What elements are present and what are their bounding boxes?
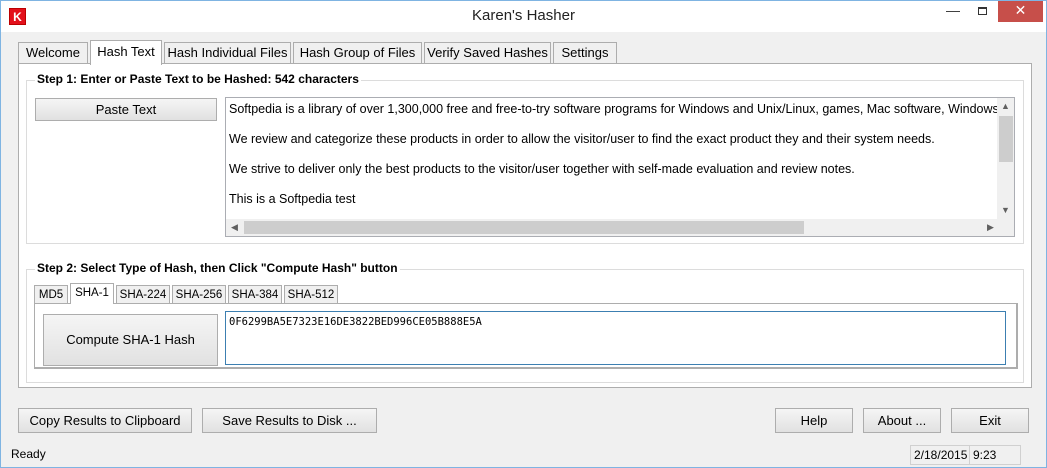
scroll-down-icon[interactable]: ▼	[997, 202, 1014, 219]
tab-settings[interactable]: Settings	[553, 42, 617, 64]
scroll-up-icon[interactable]: ▲	[997, 98, 1014, 115]
minimize-button[interactable]: —	[940, 1, 966, 22]
tab-welcome[interactable]: Welcome	[18, 42, 88, 64]
tab-hash-group-of-files[interactable]: Hash Group of Files	[293, 42, 422, 64]
input-text-area[interactable]: Softpedia is a library of over 1,300,000…	[225, 97, 1015, 237]
status-time: 9:23 AM	[969, 445, 1021, 468]
vertical-scrollbar[interactable]: ▲ ▼	[997, 98, 1014, 219]
hash-tab-sha512[interactable]: SHA-512	[284, 285, 338, 304]
sha1-panel: Compute SHA-1 Hash 0F6299BA5E7323E16DE38…	[34, 303, 1018, 369]
step2-title: Step 2: Select Type of Hash, then Click …	[35, 261, 400, 275]
app-window: K Karen's Hasher — ✕ Welcome Hash Text H…	[0, 0, 1047, 468]
paste-text-button[interactable]: Paste Text	[35, 98, 217, 121]
hash-tab-sha256[interactable]: SHA-256	[172, 285, 226, 304]
step1-title: Step 1: Enter or Paste Text to be Hashed…	[35, 72, 361, 86]
text-line: This is a Softpedia test	[229, 192, 356, 206]
text-line: We review and categorize these products …	[229, 132, 935, 146]
scrollbar-corner	[997, 219, 1014, 236]
hash-tab-sha224[interactable]: SHA-224	[116, 285, 170, 304]
compute-hash-button[interactable]: Compute SHA-1 Hash	[43, 314, 218, 366]
help-button[interactable]: Help	[775, 408, 853, 433]
window-title: Karen's Hasher	[472, 7, 575, 24]
hash-tab-sha1[interactable]: SHA-1	[70, 283, 114, 304]
text-line: We strive to deliver only the best produ…	[229, 162, 855, 176]
text-line: Softpedia is a library of over 1,300,000…	[229, 102, 1015, 116]
about-button[interactable]: About ...	[863, 408, 941, 433]
status-date: 2/18/2015	[910, 445, 970, 465]
scroll-left-icon[interactable]: ◀	[226, 219, 243, 236]
copy-results-button[interactable]: Copy Results to Clipboard	[18, 408, 192, 433]
horizontal-scrollbar[interactable]: ◀ ▶	[226, 219, 999, 236]
hash-text-panel: Step 1: Enter or Paste Text to be Hashed…	[18, 63, 1032, 388]
exit-button[interactable]: Exit	[951, 408, 1029, 433]
save-results-button[interactable]: Save Results to Disk ...	[202, 408, 377, 433]
hash-tab-md5[interactable]: MD5	[34, 285, 68, 304]
tab-hash-individual-files[interactable]: Hash Individual Files	[164, 42, 291, 64]
hash-tab-sha384[interactable]: SHA-384	[228, 285, 282, 304]
status-text: Ready	[11, 447, 46, 461]
status-bar: Ready 2/18/2015 9:23 AM	[1, 445, 1046, 468]
title-bar[interactable]: K Karen's Hasher — ✕	[1, 1, 1046, 32]
tab-verify-saved-hashes[interactable]: Verify Saved Hashes	[424, 42, 551, 64]
hash-result-field[interactable]: 0F6299BA5E7323E16DE3822BED996CE05B888E5A	[225, 311, 1006, 365]
tab-hash-text[interactable]: Hash Text	[90, 40, 162, 65]
maximize-icon	[977, 7, 987, 16]
horizontal-scroll-thumb[interactable]	[244, 221, 804, 234]
step1-group: Step 1: Enter or Paste Text to be Hashed…	[26, 72, 1024, 244]
close-button[interactable]: ✕	[998, 1, 1043, 22]
maximize-button[interactable]	[969, 1, 995, 22]
vertical-scroll-thumb[interactable]	[999, 116, 1013, 162]
step2-group: Step 2: Select Type of Hash, then Click …	[26, 261, 1024, 383]
